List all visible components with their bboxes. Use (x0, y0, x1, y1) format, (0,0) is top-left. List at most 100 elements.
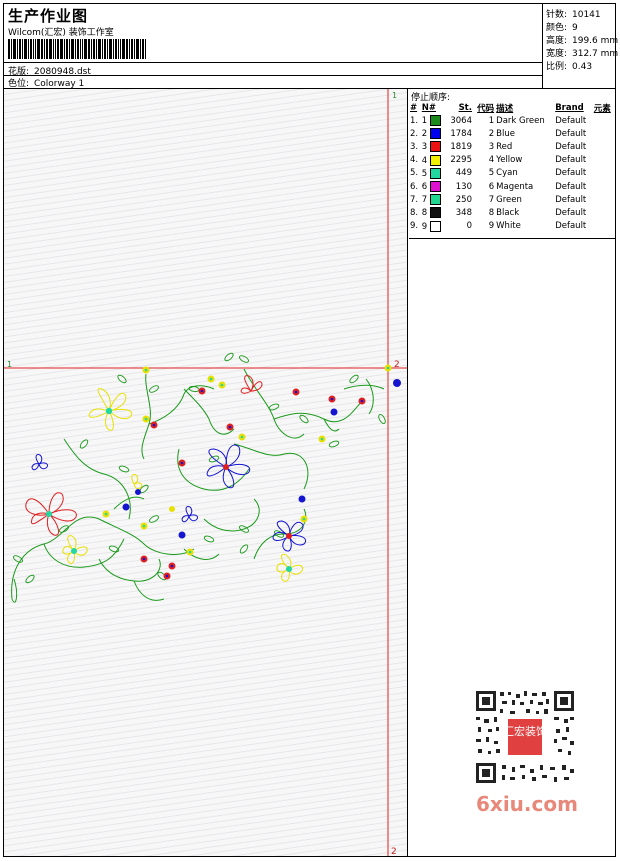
row-needle: 3 (421, 140, 446, 153)
row-element (593, 220, 615, 233)
guide-marker-bottom: 2 (391, 847, 397, 856)
sheet-header: 生产作业图 Wilcom(汇宏) 装饰工作室 花版: 2080948.dst 色… (4, 4, 619, 89)
color-swatch (429, 115, 441, 127)
row-description: Yellow (496, 155, 523, 166)
row-code: 6 (488, 181, 495, 192)
row-element (593, 206, 615, 219)
table-row: 9. 9 0 9 White Default (409, 220, 615, 233)
table-row: 8. 8 348 8 Black Default (409, 206, 615, 219)
row-description: Dark Green (496, 115, 545, 126)
row-element (593, 140, 615, 153)
row-stitches: 348 (455, 207, 472, 218)
barcode-icon (8, 39, 146, 59)
row-brand: Default (555, 181, 587, 192)
row-element (593, 180, 615, 193)
stop-sequence-table: # N# St. 代码 描述 Brand 元素 1. 1 3064 1 Dark Gr… (409, 101, 615, 233)
table-row: 3. 3 1819 3 Red Default (409, 140, 615, 153)
row-description: Green (496, 194, 522, 205)
row-code: 1 (488, 115, 495, 126)
color-swatch (429, 207, 441, 219)
color-swatch (429, 220, 441, 232)
row-needle: 2 (421, 127, 446, 140)
color-swatch (429, 154, 441, 166)
table-row: 1. 1 3064 1 Dark Green Default (409, 114, 615, 127)
row-code: 9 (488, 221, 495, 232)
row-description: Magenta (496, 181, 534, 192)
embroidery-preview: 1 1 2 2 (4, 89, 408, 856)
flower-center (105, 407, 113, 415)
row-index: 9. (410, 221, 419, 232)
row-index: 7. (410, 194, 419, 205)
row-index: 4. (410, 155, 419, 166)
colorway-line: 色位: Colorway 1 (8, 76, 84, 89)
row-index: 5. (410, 168, 419, 179)
row-stitches: 449 (455, 168, 472, 179)
row-brand: Default (555, 141, 587, 152)
stat-stitches: 针数: 10141 (546, 10, 601, 20)
stat-width: 宽度: 312.7 mm (546, 49, 619, 59)
row-code: 8 (488, 207, 495, 218)
row-index: 3. (410, 141, 419, 152)
flower-center (223, 464, 229, 470)
row-index: 6. (410, 181, 419, 192)
row-code: 2 (488, 128, 495, 139)
row-code: 7 (488, 194, 495, 205)
row-element (593, 193, 615, 206)
flower-center (286, 533, 292, 539)
row-code: 3 (488, 141, 495, 152)
flower-center (286, 566, 292, 572)
row-brand: Default (555, 221, 587, 232)
row-description: Red (496, 141, 513, 152)
header-divider (4, 62, 542, 63)
row-description: Black (496, 207, 520, 218)
company-name: Wilcom(汇宏) 装饰工作室 (8, 28, 114, 38)
row-index: 1. (410, 115, 419, 126)
flower-center (71, 548, 77, 554)
guide-marker-top: 1 (392, 91, 397, 100)
row-needle: 6 (421, 180, 446, 193)
stat-scale: 比例: 0.43 (546, 62, 593, 72)
row-stitches: 1784 (450, 128, 472, 139)
row-stitches: 1819 (450, 141, 472, 152)
seal-text: 汇宏装饰 (503, 724, 547, 738)
row-needle: 5 (421, 167, 446, 180)
row-brand: Default (555, 194, 587, 205)
table-bottom-divider (409, 238, 615, 239)
color-swatch (429, 128, 441, 140)
row-needle: 8 (421, 206, 446, 219)
row-needle: 7 (421, 193, 446, 206)
row-needle: 9 (421, 220, 446, 233)
col-code: 代码 (477, 103, 495, 114)
sheet-title: 生产作业图 (8, 7, 89, 25)
row-brand: Default (555, 128, 587, 139)
row-stitches: 250 (455, 194, 472, 205)
guide-marker-left: 1 (7, 360, 12, 369)
row-needle: 4 (421, 154, 446, 167)
col-description: 描述 (496, 103, 514, 114)
row-description: Blue (496, 128, 515, 139)
table-row: 5. 5 449 5 Cyan Default (409, 167, 615, 180)
col-stitches: St. (458, 102, 472, 113)
stat-colors: 颜色: 9 (546, 23, 578, 33)
header-divider (4, 75, 542, 76)
row-brand: Default (555, 207, 587, 218)
embroidery-design-drawing: 1 1 2 2 (4, 89, 407, 856)
row-stitches: 130 (455, 181, 472, 192)
row-element (593, 154, 615, 167)
row-element (593, 167, 615, 180)
yellow-flowers (62, 388, 304, 582)
table-row: 7. 7 250 7 Green Default (409, 193, 615, 206)
flower-center (46, 511, 52, 517)
col-element: 元素 (593, 103, 611, 114)
row-element (593, 114, 615, 127)
production-sheet: 生产作业图 Wilcom(汇宏) 装饰工作室 花版: 2080948.dst 色… (3, 3, 619, 857)
color-swatch (429, 181, 441, 193)
row-stitches: 2295 (450, 155, 472, 166)
row-brand: Default (555, 155, 587, 166)
row-description: White (496, 221, 521, 232)
guide-marker-right: 2 (394, 360, 400, 370)
row-stitches: 3064 (450, 115, 472, 126)
row-element (593, 127, 615, 140)
blue-flowers (31, 444, 307, 552)
table-row: 4. 4 2295 4 Yellow Default (409, 154, 615, 167)
